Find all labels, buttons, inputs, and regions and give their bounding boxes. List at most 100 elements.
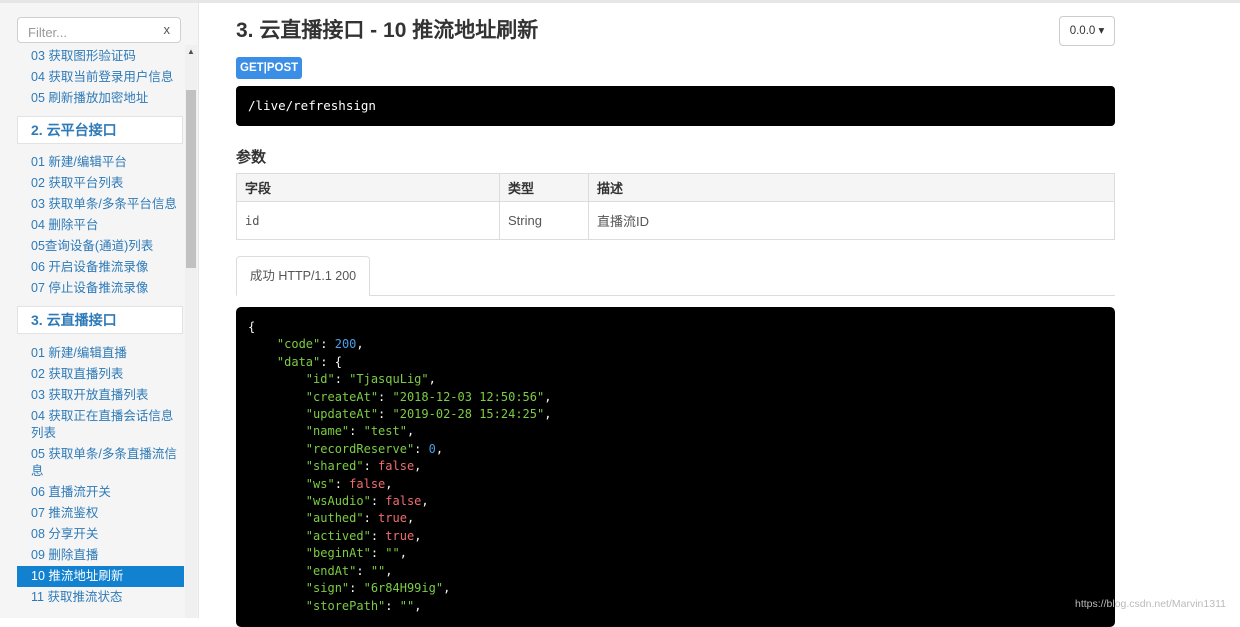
json-key: "actived" <box>305 528 371 543</box>
json-key: "recordReserve" <box>305 441 415 456</box>
json-punct: , <box>544 407 552 422</box>
table-row: id String 直播流ID <box>236 201 1115 240</box>
json-punct: , <box>414 598 422 613</box>
tab-success-response[interactable]: 成功 HTTP/1.1 200 <box>236 256 370 296</box>
nav-item-live-delete[interactable]: 09 删除直播 <box>31 547 98 564</box>
nav-item-current-user[interactable]: 04 获取当前登录用户信息 <box>31 69 173 86</box>
json-punct: : <box>363 459 379 474</box>
json-key: "ws" <box>305 476 335 491</box>
json-value: false <box>349 476 386 491</box>
json-key: "id" <box>305 372 335 387</box>
json-punct: : <box>378 389 393 404</box>
filter-clear-button[interactable]: x <box>164 22 171 37</box>
json-value: "6r84H99ig" <box>363 581 444 596</box>
json-punct: : <box>370 528 386 543</box>
json-punct: , <box>406 424 415 439</box>
table-cell-type: String <box>499 201 589 240</box>
json-punct: , <box>356 337 364 352</box>
nav-group-cloud-platform[interactable]: 2. 云平台接口 <box>17 116 183 144</box>
json-punct: , <box>428 372 436 387</box>
nav-item-open-live-list[interactable]: 03 获取开放直播列表 <box>31 387 148 404</box>
json-line: "endAt": "", <box>248 564 393 578</box>
params-table: 字段 类型 描述 id String 直播流ID <box>236 173 1115 240</box>
page-title: 3. 云直播接口 - 10 推流地址刷新 <box>236 19 539 42</box>
nav-item-device-list[interactable]: 05查询设备(通道)列表 <box>31 238 153 255</box>
nav-item-push-status[interactable]: 11 获取推流状态 <box>31 589 122 606</box>
json-punct: : <box>414 441 429 456</box>
response-json: { "code": 200, "data": { "id": "TjasquLi… <box>248 319 551 615</box>
filter-input[interactable] <box>26 22 150 42</box>
endpoint-url-box: /live/refreshsign <box>236 86 1115 126</box>
json-key: "data" <box>276 354 321 369</box>
nav-item-get-captcha[interactable]: 03 获取图形验证码 <box>31 48 136 65</box>
json-punct: : <box>385 598 400 613</box>
json-punct: , <box>421 494 429 509</box>
json-line: "authed": true, <box>248 511 414 525</box>
nav-item-platform-list[interactable]: 02 获取平台列表 <box>31 175 123 192</box>
nav-item-platform-delete[interactable]: 04 删除平台 <box>31 217 98 234</box>
params-heading: 参数 <box>236 149 267 166</box>
json-punct: , <box>406 511 415 526</box>
json-key: "authed" <box>305 511 364 526</box>
json-punct: : <box>378 407 393 422</box>
sidebar: x ▲ 03 获取图形验证码 04 获取当前登录用户信息 05 刷新播放加密地址… <box>0 3 199 618</box>
json-value: false <box>385 494 422 509</box>
json-key: "sign" <box>305 581 350 596</box>
watermark: https://blog.csdn.net/Marvin1311 <box>1075 598 1226 610</box>
table-cell-description: 直播流ID <box>588 201 1115 240</box>
nav-item-live-edit[interactable]: 01 新建/编辑直播 <box>31 345 127 362</box>
nav-item-share-toggle[interactable]: 08 分享开关 <box>31 526 98 543</box>
json-punct: { <box>248 320 256 334</box>
nav-item-live-sessions[interactable]: 04 获取正在直播会话信息列表 <box>31 408 179 442</box>
nav-item-platform-info[interactable]: 03 获取单条/多条平台信息 <box>31 196 177 213</box>
json-fields: "id": "TjasquLig", "createAt": "2018-12-… <box>248 372 552 613</box>
json-value: "" <box>399 598 415 613</box>
json-value: 0 <box>428 441 436 456</box>
json-key: "wsAudio" <box>305 494 371 509</box>
json-key: "name" <box>305 424 350 439</box>
json-punct: : <box>349 424 364 439</box>
json-punct: , <box>544 389 552 404</box>
nav-item-live-list[interactable]: 02 获取直播列表 <box>31 366 123 383</box>
json-value: "TjasquLig" <box>349 372 429 387</box>
json-punct: , <box>385 563 393 578</box>
json-key: "endAt" <box>305 563 357 578</box>
nav-item-push-auth[interactable]: 07 推流鉴权 <box>31 505 98 522</box>
sidebar-scrollbar[interactable]: ▲ <box>185 45 197 618</box>
json-punct: , <box>435 441 444 456</box>
json-line: "sign": "6r84H99ig", <box>248 581 451 596</box>
method-badge: GET|POST <box>236 57 303 79</box>
scroll-up-arrow-icon[interactable]: ▲ <box>185 47 197 56</box>
json-punct: , <box>414 528 422 543</box>
nav-group-cloud-live[interactable]: 3. 云直播接口 <box>17 306 183 334</box>
scrollbar-thumb[interactable] <box>186 90 196 268</box>
json-value: "" <box>385 546 400 561</box>
json-punct: : <box>370 494 386 509</box>
json-punct: : <box>320 337 335 352</box>
nav-item-live-stream-info[interactable]: 05 获取单条/多条直播流信息 <box>31 446 179 480</box>
nav-item-refresh-push-url[interactable]: 10 推流地址刷新 <box>17 566 184 587</box>
json-key: "createAt" <box>305 389 379 404</box>
nav-item-stop-record[interactable]: 07 停止设备推流录像 <box>31 280 148 297</box>
nav-item-refresh-play-url[interactable]: 05 刷新播放加密地址 <box>31 90 148 107</box>
json-value: false <box>378 459 415 474</box>
json-value: true <box>385 528 415 543</box>
json-punct: : <box>363 511 379 526</box>
nav-item-start-record[interactable]: 06 开启设备推流录像 <box>31 259 148 276</box>
json-value: "" <box>370 563 386 578</box>
json-key: "updateAt" <box>305 407 379 422</box>
table-header-field: 字段 <box>236 173 500 202</box>
json-value: "2019-02-28 15:24:25" <box>392 407 545 422</box>
json-punct: , <box>399 546 407 561</box>
json-punct: : <box>334 476 350 491</box>
table-cell-field: id <box>236 201 500 240</box>
nav-item-live-toggle[interactable]: 06 直播流开关 <box>31 484 111 501</box>
nav-item-platform-edit[interactable]: 01 新建/编辑平台 <box>31 154 127 171</box>
json-line: "beginAt": "", <box>248 546 407 560</box>
json-number: 200 <box>334 337 357 352</box>
json-punct: , <box>385 476 393 491</box>
table-header-type: 类型 <box>499 173 589 202</box>
json-line: "recordReserve": 0, <box>248 442 443 456</box>
version-dropdown[interactable]: 0.0.0 ▾ <box>1059 16 1115 46</box>
json-punct: , <box>443 581 451 596</box>
